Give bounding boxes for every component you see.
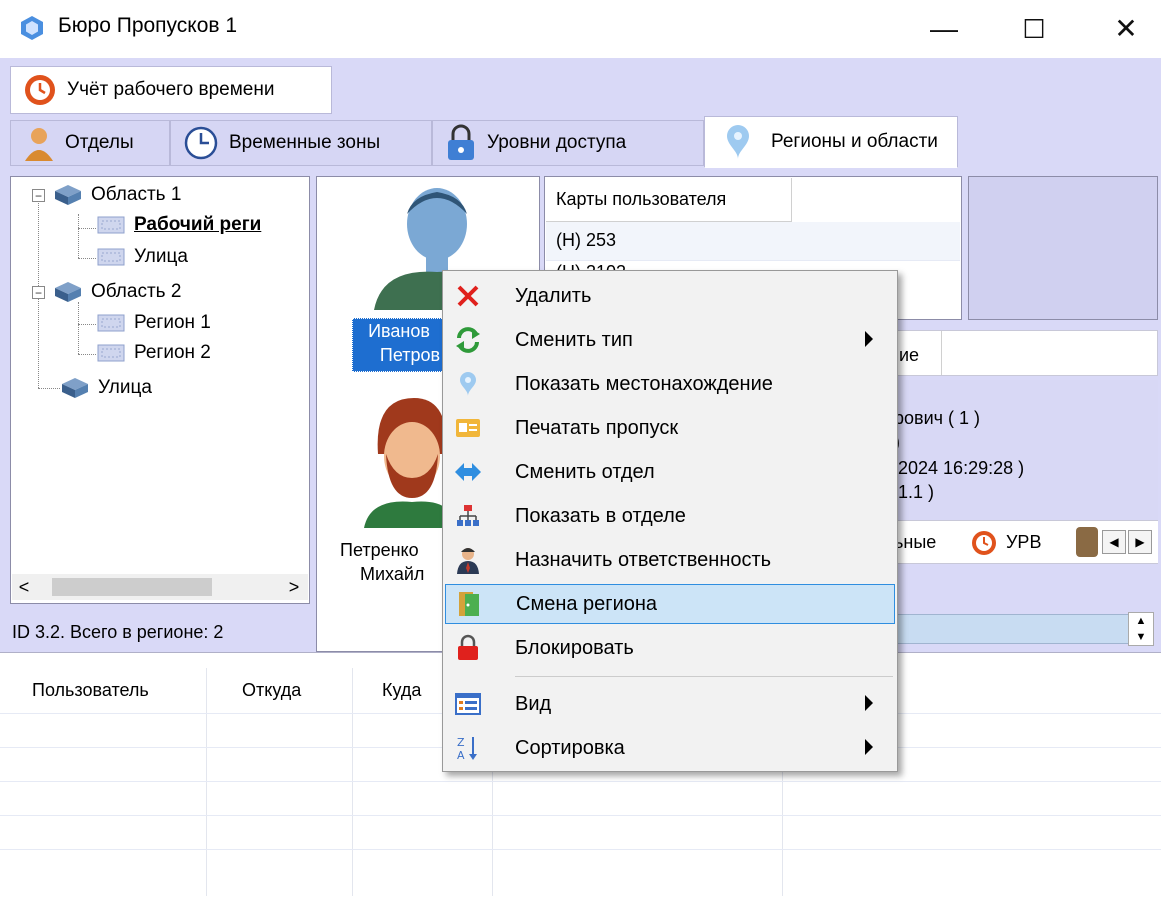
- region-box-icon: [97, 314, 125, 332]
- swap-arrows-icon: [455, 463, 481, 481]
- collapse-icon[interactable]: −: [32, 188, 45, 202]
- column-header-to[interactable]: Куда: [382, 680, 421, 701]
- region-tree-panel: [10, 176, 310, 604]
- collapse-icon[interactable]: −: [32, 285, 45, 299]
- subtab-icon: [1076, 527, 1098, 557]
- clock-orange-icon: [25, 75, 55, 105]
- user-card-selected[interactable]: Иванов Петров: [352, 318, 446, 372]
- details-text: рович ( 1 ) ) 2024 16:29:28 ) 1.1 ): [880, 380, 1158, 520]
- location-pin-icon: [460, 372, 476, 396]
- view-list-icon: [455, 693, 481, 715]
- menu-item-sort[interactable]: ZA Сортировка: [445, 728, 895, 768]
- scroll-left-icon[interactable]: <: [14, 576, 34, 598]
- menu-item-show-in-department[interactable]: Показать в отделе: [445, 496, 895, 536]
- org-chart-icon: [457, 505, 479, 526]
- tab-regions[interactable]: Регионы и области: [704, 116, 958, 168]
- spinner-icon[interactable]: ▲ ▼: [1128, 612, 1154, 646]
- print-pass-icon: [456, 419, 480, 437]
- column-header-user[interactable]: Пользователь: [32, 680, 149, 701]
- submenu-arrow-icon: [865, 695, 873, 711]
- tab-time-tracking[interactable]: Учёт рабочего времени: [10, 66, 332, 114]
- cube-icon: [62, 378, 88, 398]
- refresh-arrows-icon: [456, 327, 480, 353]
- scroll-right-icon[interactable]: >: [284, 576, 304, 598]
- lock-icon: [458, 634, 478, 660]
- tree-status: ID 3.2. Всего в регионе: 2: [12, 622, 224, 642]
- menu-item-block[interactable]: Блокировать: [445, 628, 895, 668]
- tree-item-street-area[interactable]: Улица: [60, 376, 152, 400]
- menu-item-view[interactable]: Вид: [445, 684, 895, 724]
- region-door-icon: [459, 592, 479, 616]
- cube-icon: [55, 282, 81, 302]
- card-row[interactable]: (H) 253: [556, 230, 616, 251]
- delete-x-icon: [457, 285, 479, 307]
- minimize-button[interactable]: —: [914, 6, 974, 52]
- location-pin-icon: [727, 125, 749, 159]
- person-icon: [25, 128, 53, 161]
- menu-item-assign-responsibility[interactable]: Назначить ответственность: [445, 540, 895, 580]
- app-hexagon-icon: [21, 16, 43, 40]
- clock-icon: [184, 126, 218, 160]
- region-box-icon: [97, 344, 125, 362]
- details-input[interactable]: [880, 614, 1140, 644]
- tabs-scroll-left-icon[interactable]: ◀: [1102, 530, 1126, 554]
- sort-az-icon: ZA: [457, 736, 477, 762]
- tab-time-zones[interactable]: Временные зоны: [170, 120, 432, 166]
- tab-label: Регионы и области: [771, 131, 938, 152]
- svg-text:A: A: [457, 749, 465, 762]
- subtab-label[interactable]: ьные: [894, 532, 936, 553]
- tree-item-work-region[interactable]: Рабочий реги: [96, 214, 261, 236]
- tab-departments[interactable]: Отделы: [10, 120, 170, 166]
- context-menu: Удалить Сменить тип Показать местонахожд…: [442, 270, 898, 772]
- region-box-icon: [97, 216, 125, 234]
- menu-item-print-pass[interactable]: Печатать пропуск: [445, 408, 895, 448]
- column-header-from[interactable]: Откуда: [242, 680, 301, 701]
- tree-item-region-2[interactable]: Регион 2: [96, 342, 211, 364]
- tree-item-area-1[interactable]: − Область 1: [32, 183, 181, 207]
- menu-item-show-location[interactable]: Показать местонахождение: [445, 364, 895, 404]
- tab-access-levels[interactable]: Уровни доступа: [432, 120, 704, 166]
- user-card[interactable]: Петренко Михайл: [340, 538, 440, 586]
- tab-label: Временные зоны: [229, 132, 381, 153]
- menu-item-change-region[interactable]: Смена региона: [445, 584, 895, 624]
- window-title: Бюро Пропусков 1: [58, 14, 238, 37]
- tree-item-region-1[interactable]: Регион 1: [96, 312, 211, 334]
- submenu-arrow-icon: [865, 331, 873, 347]
- photo-panel: [968, 176, 1158, 320]
- tab-label: Уровни доступа: [487, 132, 627, 153]
- tab-label: Учёт рабочего времени: [67, 79, 275, 100]
- maximize-button[interactable]: ☐: [1004, 6, 1064, 52]
- details-subtabs: ьные УРВ ◀ ▶: [880, 520, 1158, 564]
- region-box-icon: [97, 248, 125, 266]
- menu-item-delete[interactable]: Удалить: [445, 276, 895, 316]
- padlock-icon: [448, 124, 474, 160]
- tree-item-street[interactable]: Улица: [96, 246, 188, 268]
- tabs-scroll-right-icon[interactable]: ▶: [1128, 530, 1152, 554]
- submenu-arrow-icon: [865, 739, 873, 755]
- svg-text:Z: Z: [457, 736, 465, 749]
- menu-item-change-department[interactable]: Сменить отдел: [445, 452, 895, 492]
- menu-item-change-type[interactable]: Сменить тип: [445, 320, 895, 360]
- close-button[interactable]: ✕: [1096, 6, 1156, 52]
- title-bar: Бюро Пропусков 1 — ☐ ✕: [0, 0, 1161, 58]
- clock-orange-icon: [972, 531, 996, 555]
- subtab-urv[interactable]: УРВ: [1006, 532, 1041, 553]
- cube-icon: [55, 185, 81, 205]
- tab-label: Отделы: [65, 132, 134, 153]
- details-header: ие: [880, 330, 1158, 376]
- responsible-person-icon: [457, 548, 479, 574]
- tree-scrollbar[interactable]: < >: [12, 574, 308, 600]
- cards-header: Карты пользователя: [546, 178, 792, 222]
- tree-item-area-2[interactable]: − Область 2: [32, 280, 181, 304]
- user-avatar-icon: [364, 398, 454, 528]
- scroll-thumb[interactable]: [52, 578, 212, 596]
